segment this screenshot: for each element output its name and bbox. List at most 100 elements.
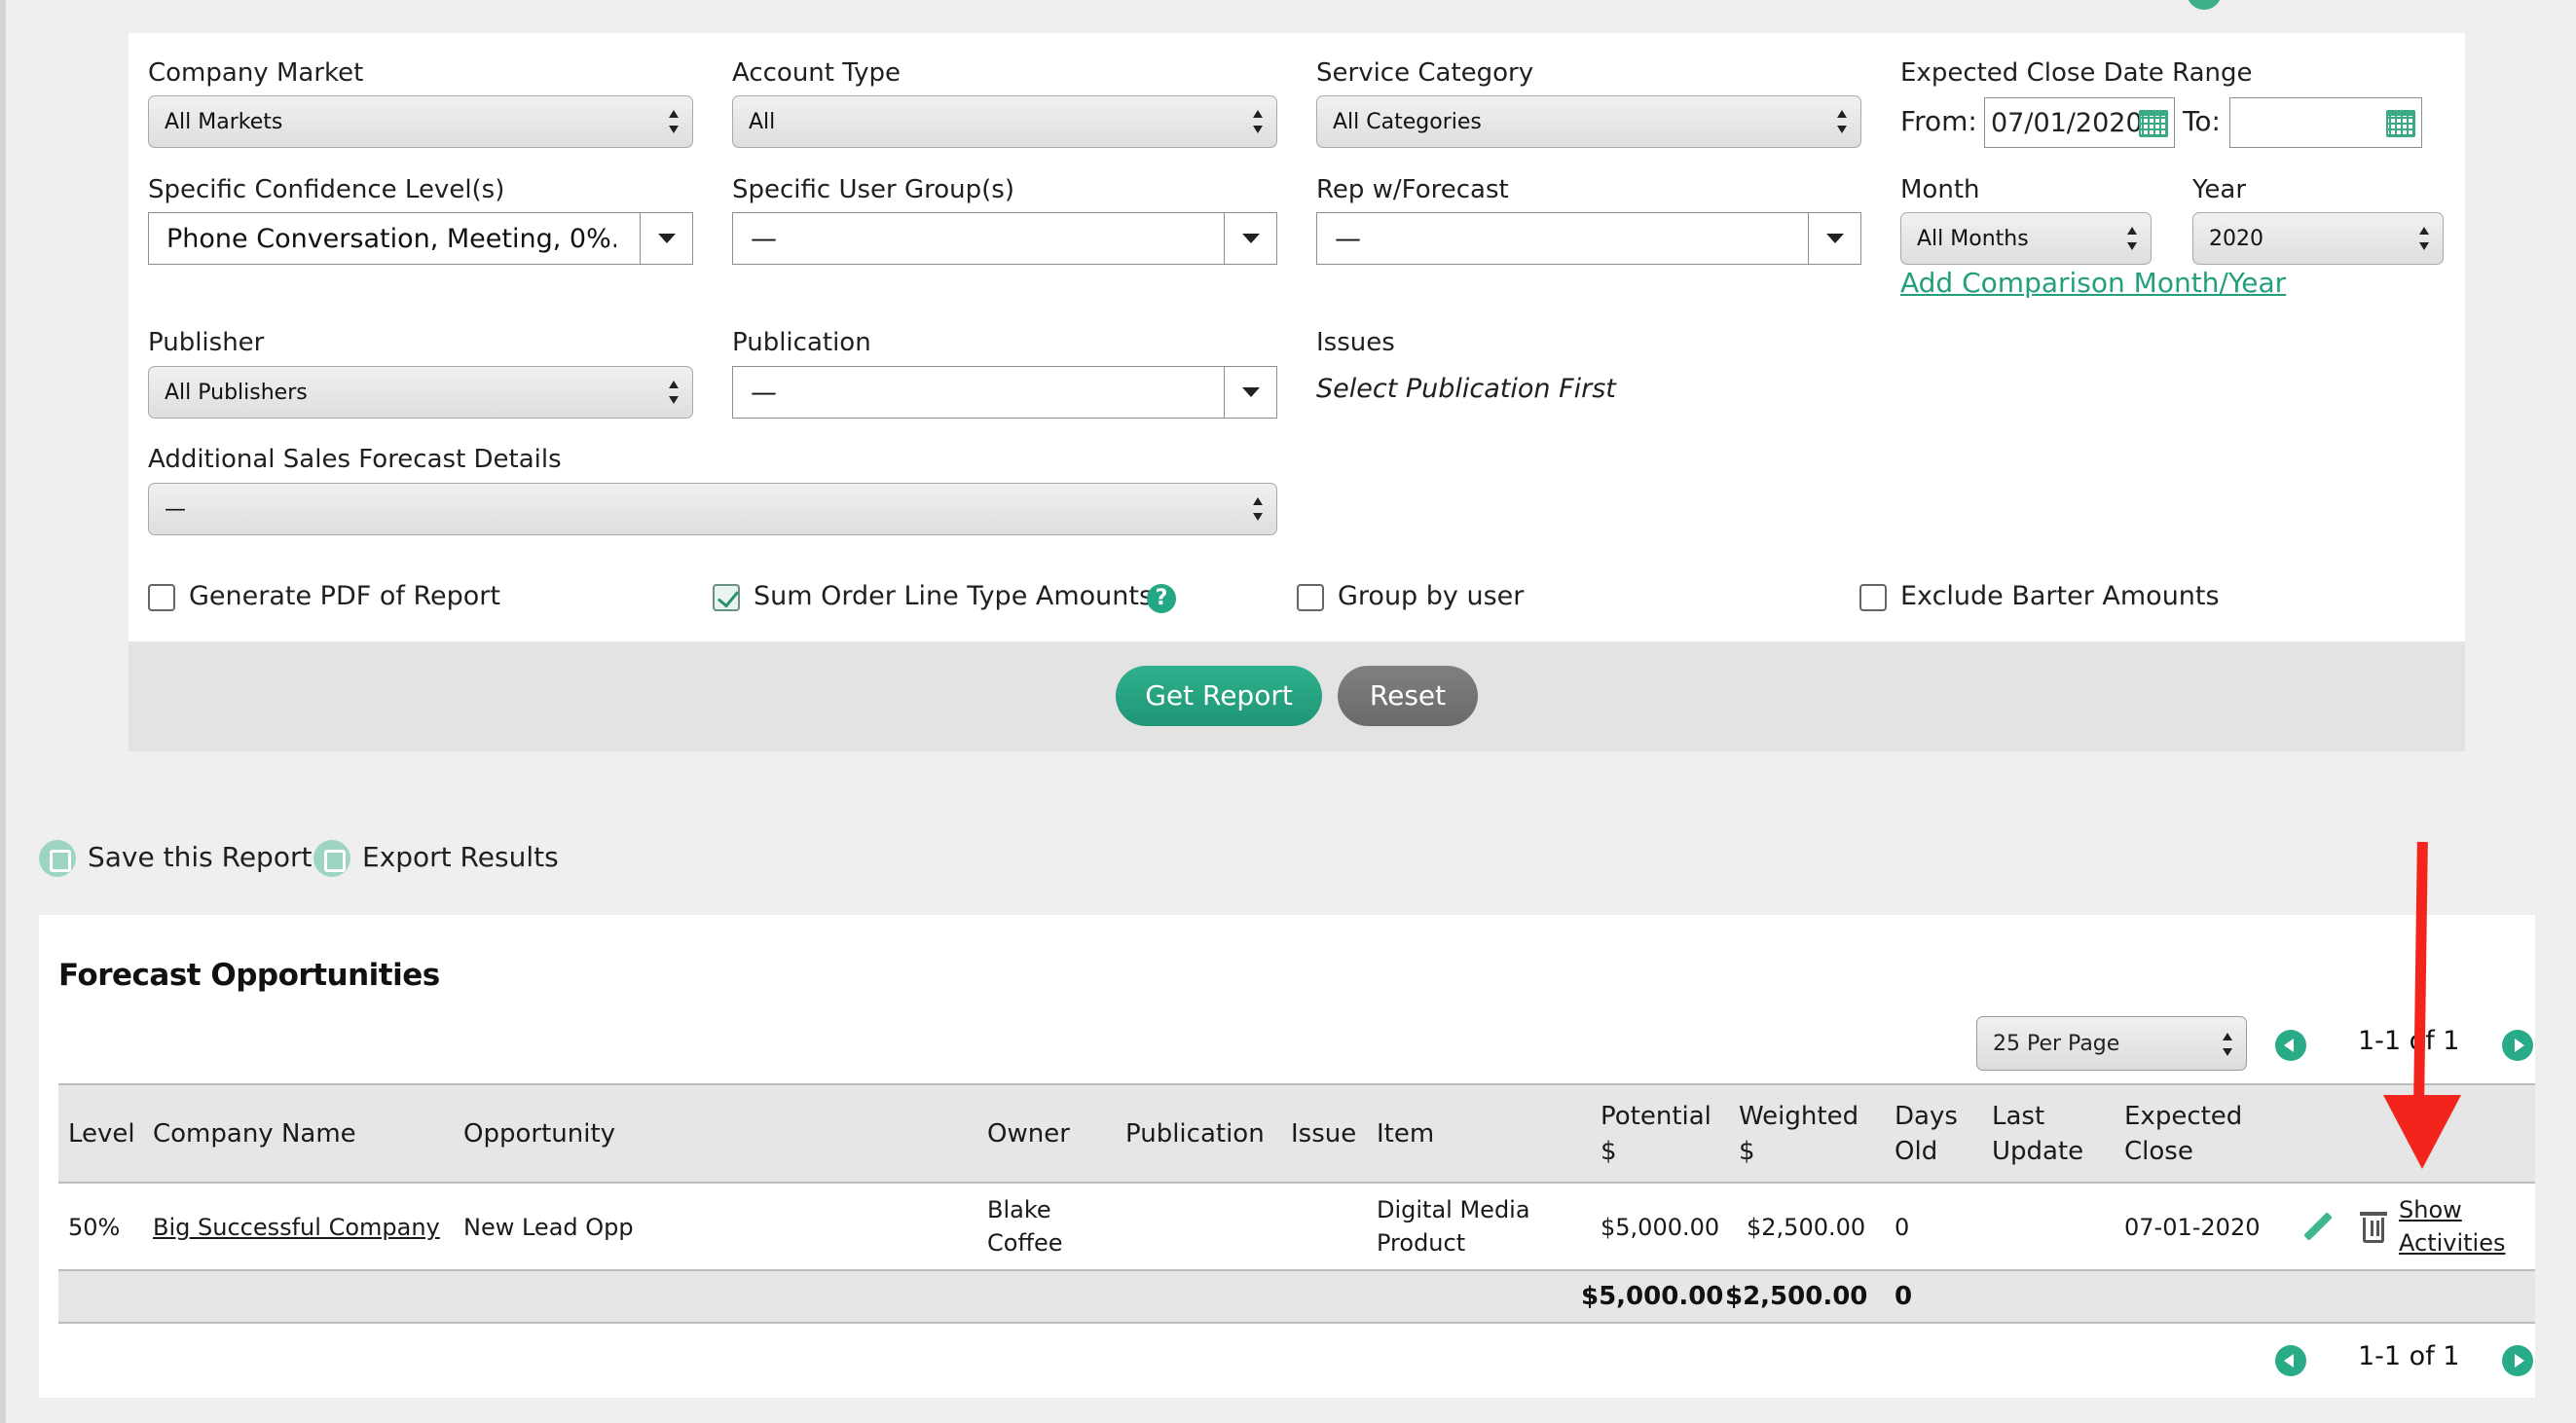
service-category-value: All Categories xyxy=(1333,110,1482,134)
per-page-value: 25 Per Page xyxy=(1993,1032,2120,1056)
col-weighted-line1: Weighted xyxy=(1739,1102,1859,1131)
export-icon[interactable] xyxy=(313,840,350,877)
company-market-select[interactable]: All Markets xyxy=(148,95,693,148)
confidence-levels-label: Specific Confidence Level(s) xyxy=(148,175,505,204)
publication-value: — xyxy=(751,378,777,408)
pagination-range-top: 1-1 of 1 xyxy=(2358,1026,2460,1056)
publisher-value: All Publishers xyxy=(165,381,308,405)
account-type-select[interactable]: All xyxy=(732,95,1277,148)
add-comparison-link[interactable]: Add Comparison Month/Year xyxy=(1900,267,2286,299)
select-arrows-icon xyxy=(1253,497,1263,521)
exclude-barter-label[interactable]: Exclude Barter Amounts xyxy=(1900,581,2220,611)
total-weighted: $2,500.00 xyxy=(1725,1282,1868,1311)
col-days-line2: Old xyxy=(1895,1137,1938,1166)
col-level[interactable]: Level xyxy=(68,1116,135,1151)
save-report-link[interactable]: Save this Report xyxy=(88,841,312,873)
col-opportunity[interactable]: Opportunity xyxy=(463,1116,615,1151)
chevron-down-icon[interactable] xyxy=(640,213,692,264)
col-close-line2: Close xyxy=(2124,1137,2193,1166)
col-owner[interactable]: Owner xyxy=(987,1116,1070,1151)
prev-page-icon[interactable] xyxy=(2275,1030,2306,1061)
publisher-select[interactable]: All Publishers xyxy=(148,366,693,419)
edit-pencil-icon[interactable] xyxy=(2303,1212,2333,1241)
generate-pdf-label[interactable]: Generate PDF of Report xyxy=(189,581,500,611)
row-owner-line2: Coffee xyxy=(987,1229,1063,1257)
row-level: 50% xyxy=(68,1214,121,1241)
generate-pdf-checkbox[interactable] xyxy=(148,584,175,611)
per-page-select[interactable]: 25 Per Page xyxy=(1976,1016,2247,1071)
results-title: Forecast Opportunities xyxy=(58,958,440,993)
get-report-button[interactable]: Get Report xyxy=(1116,666,1322,726)
row-company-link[interactable]: Big Successful Company xyxy=(153,1211,440,1244)
prev-page-icon[interactable] xyxy=(2275,1345,2306,1376)
additional-details-select[interactable]: — xyxy=(148,483,1277,535)
forecast-opportunities-panel: Forecast Opportunities 25 Per Page 1-1 o… xyxy=(39,915,2535,1398)
publication-combobox[interactable]: — xyxy=(732,366,1277,419)
table-header: Level Company Name Opportunity Owner Pub… xyxy=(58,1083,2535,1184)
next-page-icon[interactable] xyxy=(2502,1345,2533,1376)
row-opportunity: New Lead Opp xyxy=(463,1214,634,1241)
chevron-down-icon[interactable] xyxy=(1808,213,1860,264)
col-update-line2: Update xyxy=(1992,1137,2084,1166)
col-update-line1: Last xyxy=(1992,1102,2045,1131)
select-arrows-icon xyxy=(2419,227,2429,250)
user-groups-value: — xyxy=(751,224,777,254)
exclude-barter-checkbox[interactable] xyxy=(1859,584,1887,611)
group-by-user-checkbox[interactable] xyxy=(1297,584,1324,611)
confidence-levels-value: Phone Conversation, Meeting, 0%... xyxy=(166,224,616,254)
col-weighted[interactable]: Weighted $ xyxy=(1739,1099,1858,1169)
col-item[interactable]: Item xyxy=(1377,1116,1434,1151)
year-select[interactable]: 2020 xyxy=(2192,212,2444,265)
delete-trash-icon[interactable] xyxy=(2360,1212,2387,1243)
row-days-old: 0 xyxy=(1895,1214,1910,1241)
calendar-icon[interactable] xyxy=(2386,110,2415,137)
month-label: Month xyxy=(1900,175,1980,204)
select-arrows-icon xyxy=(2223,1033,2232,1056)
close-date-range-label: Expected Close Date Range xyxy=(1900,58,2253,88)
help-icon[interactable]: ? xyxy=(1147,584,1176,613)
chevron-down-icon[interactable] xyxy=(1224,213,1276,264)
rep-forecast-value: — xyxy=(1335,224,1361,254)
service-category-select[interactable]: All Categories xyxy=(1316,95,1861,148)
to-date-input[interactable] xyxy=(2229,97,2422,148)
filter-actions-bar: Get Report Reset xyxy=(129,641,2465,751)
col-issue[interactable]: Issue xyxy=(1291,1116,1356,1151)
chevron-down-icon[interactable] xyxy=(1224,367,1276,418)
col-company[interactable]: Company Name xyxy=(153,1116,356,1151)
group-by-user-label[interactable]: Group by user xyxy=(1338,581,1524,611)
sum-order-line-label[interactable]: Sum Order Line Type Amounts xyxy=(754,581,1153,611)
reset-button[interactable]: Reset xyxy=(1338,666,1478,726)
month-select[interactable]: All Months xyxy=(1900,212,2152,265)
save-icon[interactable] xyxy=(39,840,76,877)
rep-forecast-combobox[interactable]: — xyxy=(1316,212,1861,265)
calendar-icon[interactable] xyxy=(2139,110,2168,137)
account-type-value: All xyxy=(749,110,776,134)
col-weighted-line2: $ xyxy=(1739,1137,1755,1166)
from-label: From: xyxy=(1900,105,1977,137)
annotation-arrow-head xyxy=(2383,1095,2461,1169)
row-item: Digital Media Product xyxy=(1377,1193,1530,1259)
col-potential-line2: $ xyxy=(1601,1137,1617,1166)
show-activities-link[interactable]: Show Activities xyxy=(2399,1193,2506,1259)
select-arrows-icon xyxy=(669,381,679,404)
from-date-input[interactable]: 07/01/2020 xyxy=(1984,97,2175,148)
user-groups-combobox[interactable]: — xyxy=(732,212,1277,265)
col-potential[interactable]: Potential $ xyxy=(1601,1099,1711,1169)
left-edge-bar xyxy=(0,0,6,1423)
export-results-link[interactable]: Export Results xyxy=(362,841,559,873)
year-value: 2020 xyxy=(2209,227,2263,251)
next-page-icon[interactable] xyxy=(2502,1030,2533,1061)
row-owner: Blake Coffee xyxy=(987,1193,1063,1259)
col-publication[interactable]: Publication xyxy=(1125,1116,1265,1151)
table-totals-row: $5,000.00 $2,500.00 0 xyxy=(58,1269,2535,1324)
issues-hint: Select Publication First xyxy=(1316,374,1616,404)
confidence-levels-combobox[interactable]: Phone Conversation, Meeting, 0%... xyxy=(148,212,693,265)
report-filters-panel: Company Market All Markets Account Type … xyxy=(129,33,2465,751)
account-type-label: Account Type xyxy=(732,58,901,88)
top-action-icon[interactable] xyxy=(2187,0,2222,10)
col-last-update[interactable]: Last Update xyxy=(1992,1099,2083,1169)
sum-order-line-checkbox[interactable] xyxy=(713,584,740,611)
col-expected-close[interactable]: Expected Close xyxy=(2124,1099,2242,1169)
issues-label: Issues xyxy=(1316,328,1395,357)
col-days-old[interactable]: Days Old xyxy=(1895,1099,1958,1169)
